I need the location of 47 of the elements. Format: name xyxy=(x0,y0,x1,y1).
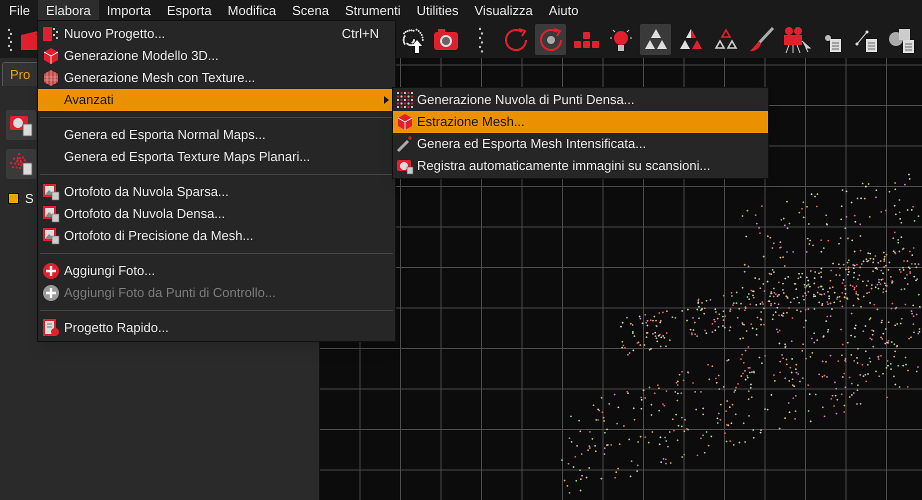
grip-icon xyxy=(476,26,484,54)
menu-bar-item[interactable]: Visualizza xyxy=(466,0,541,21)
menu-bar-item[interactable]: File xyxy=(1,0,38,21)
cube-icon xyxy=(42,47,60,65)
layer-label: S xyxy=(25,190,34,208)
menu-item[interactable]: Ortofoto da Nuvola Sparsa... xyxy=(38,181,395,203)
quick-project-icon xyxy=(42,319,60,337)
magic-wand-icon xyxy=(396,135,414,153)
layer-checkbox[interactable] xyxy=(8,193,19,204)
menu-item[interactable]: Ortofoto di Precisione da Mesh... xyxy=(38,225,395,247)
menu-item[interactable]: Registra automaticamente immagini su scansioni... xyxy=(393,155,768,177)
mesh-cube-icon xyxy=(42,69,60,87)
submenu-arrow-icon xyxy=(384,96,389,104)
menu-item[interactable]: Genera ed Esporta Mesh Intensificata... xyxy=(393,133,768,155)
points-document-icon xyxy=(9,152,33,176)
menu-item[interactable]: Nuovo Progetto... Ctrl+N xyxy=(38,23,395,45)
grip-icon xyxy=(6,26,14,52)
add-icon xyxy=(42,284,60,302)
menu-bar-item[interactable]: Utilities xyxy=(408,0,466,21)
menu-item[interactable]: Generazione Nuvola di Punti Densa... xyxy=(393,89,768,111)
menu-bar-item[interactable]: Strumenti xyxy=(336,0,409,21)
toolbar-button[interactable] xyxy=(640,24,671,55)
orthophoto-icon xyxy=(42,227,60,245)
menu-item[interactable]: Progetto Rapido... xyxy=(38,317,395,339)
orthophoto-icon xyxy=(42,205,60,223)
menu-item[interactable]: Aggiungi Foto... xyxy=(38,260,395,282)
menu-item[interactable]: Estrazione Mesh... xyxy=(393,111,768,133)
camera-icon xyxy=(396,157,414,175)
video-camera-icon xyxy=(781,26,811,54)
menu-bar-item[interactable]: Importa xyxy=(98,0,159,21)
add-icon xyxy=(42,262,60,280)
menu-bar-item[interactable]: Modifica xyxy=(220,0,284,21)
menu-item[interactable]: Ortofoto da Nuvola Densa... xyxy=(38,203,395,225)
menu-item[interactable]: Genera ed Esporta Texture Maps Planari... xyxy=(38,146,395,168)
camera-document-button[interactable] xyxy=(6,110,36,140)
menu-bar-item[interactable]: Elabora xyxy=(38,0,99,21)
menu-item[interactable]: Avanzati xyxy=(38,89,395,111)
dense-points-icon xyxy=(396,91,414,109)
menu-bar-item[interactable]: Aiuto xyxy=(540,0,586,21)
cube-icon xyxy=(396,113,414,131)
points-document-button[interactable] xyxy=(6,149,36,179)
menu-bar-item[interactable]: Scena xyxy=(284,0,337,21)
camera-document-icon xyxy=(9,113,33,137)
menu-bar-item[interactable]: Esporta xyxy=(158,0,220,21)
menu-item[interactable]: Genera ed Esporta Normal Maps... xyxy=(38,124,395,146)
new-project-icon xyxy=(42,25,60,43)
orthophoto-icon xyxy=(42,183,60,201)
